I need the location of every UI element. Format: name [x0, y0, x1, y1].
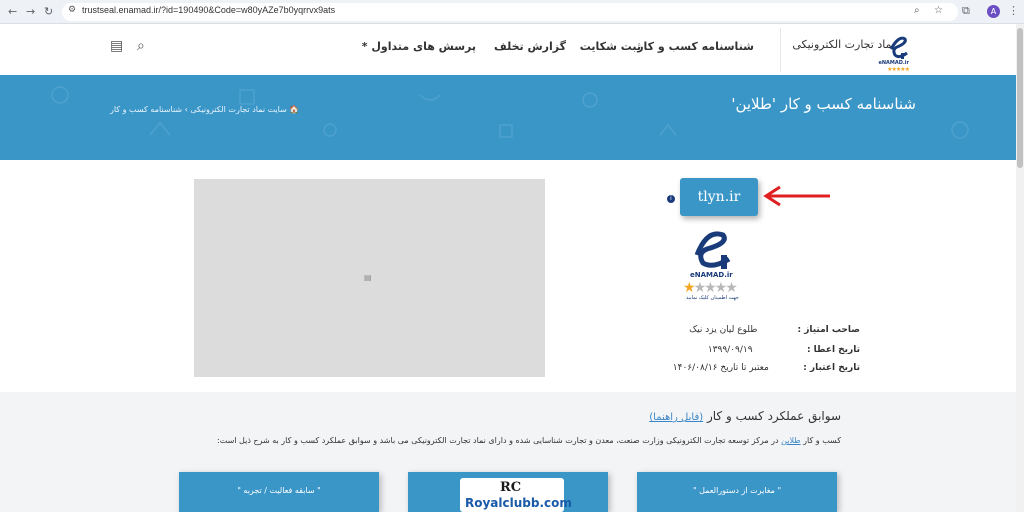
guide-link[interactable]: (فایل راهنما) [649, 412, 703, 423]
page-title: شناسنامه کسب و کار 'طلاین' [731, 95, 916, 113]
seal-stars-filled: ★ [683, 280, 695, 296]
domain-badge[interactable]: tlyn.ir [680, 178, 758, 216]
detail-owner: صاحب امتیاز : طلوع لیان یزد نیک [689, 325, 860, 335]
detail-label: تاریخ اعطا : [806, 345, 860, 355]
nav-report-violation[interactable]: گزارش تخلف [494, 40, 566, 53]
reload-icon[interactable]: ↻ [44, 4, 53, 20]
logo-text: نماد تجارت الکترونیکی [792, 38, 895, 51]
logo-stars: ★★★★★ [887, 66, 910, 73]
detail-value: ۱۳۹۹/۰۹/۱۹ [707, 345, 753, 355]
seal-stars-empty: ★★★★ [693, 280, 738, 296]
browser-menu-icon[interactable]: ⋮ [1008, 4, 1019, 17]
profile-avatar[interactable]: A [987, 5, 1000, 18]
watermark-mark: RC [500, 480, 522, 495]
site-header: نماد تجارت الکترونیکی eNAMAD.ir ★★★★★ شن… [0, 24, 1016, 75]
banner-pattern [51, 86, 969, 139]
breadcrumb: 🏠 سایت نماد تجارت الکترونیکی › شناسنامه … [110, 105, 299, 114]
seal-star-rating: ★★★★★ [683, 280, 738, 296]
desc-prefix: کسب و کار [803, 436, 841, 445]
watermark-text: Royalclubb.com [465, 496, 572, 510]
search-icon[interactable]: ⌕ [137, 38, 145, 54]
forward-icon[interactable]: → [26, 4, 35, 20]
business-name-link[interactable]: طلاین [781, 436, 800, 445]
detail-value: طلوع لیان یزد نیک [689, 325, 758, 335]
desc-text: در مرکز توسعه تجارت الکترونیکی وزارت صنع… [217, 436, 779, 445]
page-banner: شناسنامه کسب و کار 'طلاین' 🏠 سایت نماد ت… [0, 75, 1016, 160]
detail-validity: تاریخ اعتبار : معتبر تا تاریخ ۱۴۰۶/۰۸/۱۶ [673, 363, 860, 373]
enamad-logo[interactable]: نماد تجارت الکترونیکی eNAMAD.ir ★★★★★ [780, 28, 915, 73]
breadcrumb-separator: › [184, 105, 188, 114]
card-activity-history[interactable]: " سابقه فعالیت / تجربه " [179, 472, 379, 512]
seal-tagline: جهت اطمینان کلیک نمایید [686, 295, 739, 301]
document-icon[interactable]: ▤ [110, 38, 123, 54]
info-icon[interactable]: i [667, 195, 675, 203]
back-icon[interactable]: ← [8, 4, 17, 20]
url-text[interactable]: trustseal.enamad.ir/?id=190490&Code=w80y… [82, 5, 335, 15]
broken-image-icon: ▤ [364, 273, 372, 282]
breadcrumb-home[interactable]: 🏠 سایت نماد تجارت الکترونیکی [190, 105, 299, 114]
extensions-icon[interactable]: ⧉ [962, 4, 970, 18]
nav-file-complaint[interactable]: ثبت شکایت [580, 40, 641, 53]
address-bar[interactable]: ⚙ trustseal.enamad.ir/?id=190490&Code=w8… [62, 3, 958, 21]
red-arrow-icon [763, 185, 830, 207]
detail-label: تاریخ اعتبار : [803, 363, 860, 373]
watermark: RC Royalclubb.com [460, 478, 572, 512]
detail-label: صاحب امتیاز : [797, 325, 860, 335]
browser-toolbar: ← → ↻ ⚙ trustseal.enamad.ir/?id=190490&C… [0, 0, 1024, 24]
site-settings-icon[interactable]: ⚙ [68, 5, 76, 15]
nav-business-profile[interactable]: شناسنامه کسب و کار [637, 40, 754, 53]
card-guideline-violation[interactable]: " مغایرت از دستورالعمل " [637, 472, 837, 512]
detail-value: معتبر تا تاریخ ۱۴۰۶/۰۸/۱۶ [672, 363, 769, 373]
history-title-text: سوابق عملکرد کسب و کار [706, 409, 841, 423]
site-preview-image: ▤ [194, 179, 545, 377]
breadcrumb-current: شناسنامه کسب و کار [110, 105, 183, 114]
enamad-logo-icon [889, 36, 908, 59]
history-description: کسب و کار طلاین در مرکز توسعه تجارت الکت… [217, 436, 841, 445]
nav-faq[interactable]: پرسش های متداول * [362, 40, 476, 53]
enamad-seal-logo[interactable] [683, 225, 743, 271]
card-label: " سابقه فعالیت / تجربه " [237, 486, 321, 495]
zoom-icon[interactable]: ⌕ [914, 5, 920, 16]
detail-issue-date: تاریخ اعطا : ۱۳۹۹/۰۹/۱۹ [708, 345, 860, 355]
card-label: " مغایرت از دستورالعمل " [692, 486, 782, 495]
bookmark-star-icon[interactable]: ☆ [934, 5, 943, 16]
history-title: سوابق عملکرد کسب و کار (فایل راهنما) [649, 409, 841, 423]
seal-name: eNAMAD.ir [690, 271, 733, 279]
scrollbar-thumb[interactable] [1017, 28, 1023, 168]
